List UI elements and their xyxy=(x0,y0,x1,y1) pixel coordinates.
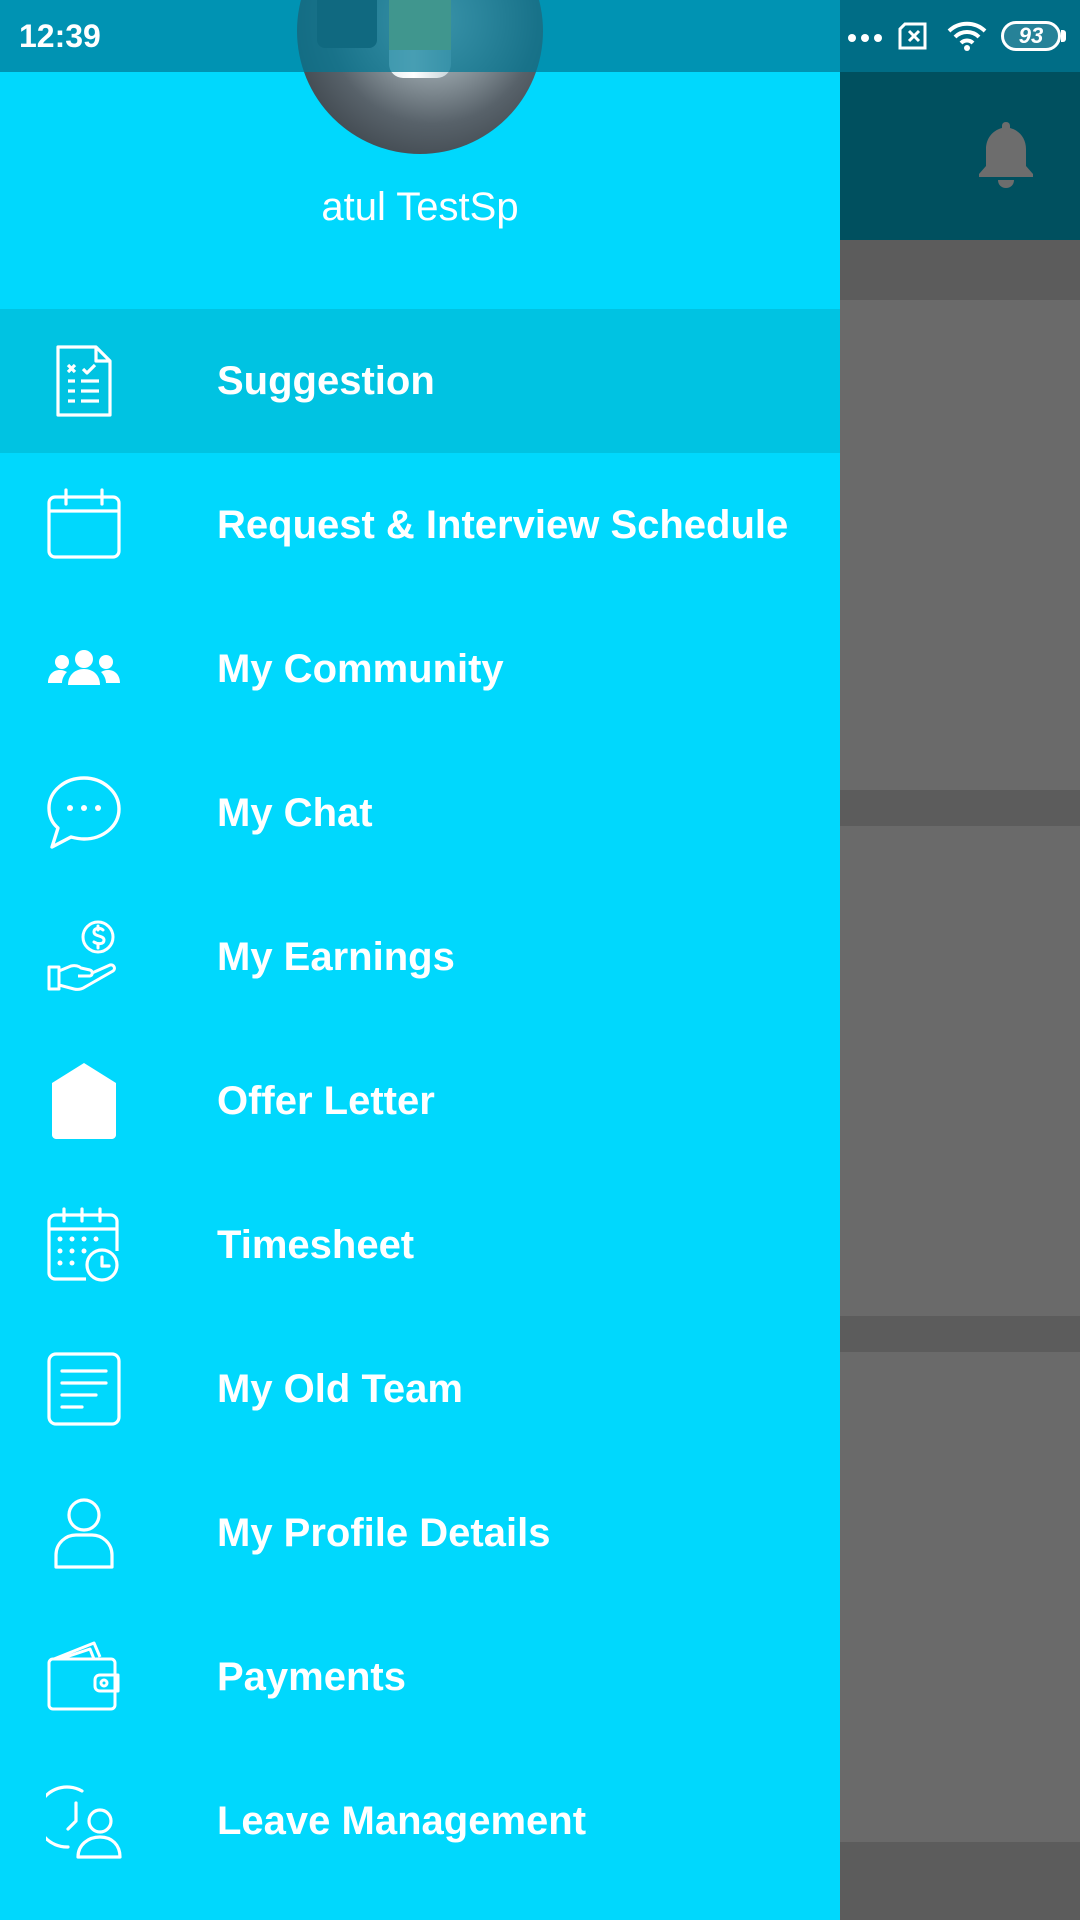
group-icon xyxy=(46,631,122,707)
more-dots-icon xyxy=(848,34,882,42)
menu-item-label: Offer Letter xyxy=(217,1078,435,1123)
menu-item-label: My Chat xyxy=(217,790,373,835)
navigation-drawer: atul TestSp Suggestion Request & Intervi… xyxy=(0,0,840,1920)
status-time: 12:39 xyxy=(19,18,101,54)
wallet-icon xyxy=(46,1639,122,1715)
battery-level: 93 xyxy=(1001,21,1061,51)
wifi-icon xyxy=(947,21,987,51)
drawer-menu: Suggestion Request & Interview Schedule xyxy=(0,309,840,1893)
menu-item-offer-letter[interactable]: Offer Letter xyxy=(0,1029,840,1173)
menu-item-label: My Community xyxy=(217,646,504,691)
leave-icon xyxy=(46,1783,122,1859)
menu-item-label: My Profile Details xyxy=(217,1510,551,1555)
menu-item-request-interview-schedule[interactable]: Request & Interview Schedule xyxy=(0,453,840,597)
profile-icon xyxy=(46,1495,122,1571)
menu-item-my-profile-details[interactable]: My Profile Details xyxy=(0,1461,840,1605)
menu-item-payments[interactable]: Payments xyxy=(0,1605,840,1749)
chat-icon xyxy=(46,775,122,851)
menu-item-my-old-team[interactable]: My Old Team xyxy=(0,1317,840,1461)
menu-item-my-earnings[interactable]: My Earnings xyxy=(0,885,840,1029)
menu-item-suggestion[interactable]: Suggestion xyxy=(0,309,840,453)
menu-item-label: Payments xyxy=(217,1654,406,1699)
calendar-icon xyxy=(46,487,122,563)
menu-item-timesheet[interactable]: Timesheet xyxy=(0,1173,840,1317)
menu-item-label: My Earnings xyxy=(217,934,455,979)
document-icon xyxy=(46,1351,122,1427)
menu-item-my-chat[interactable]: My Chat xyxy=(0,741,840,885)
envelope-icon xyxy=(46,1063,122,1139)
menu-item-label: Request & Interview Schedule xyxy=(217,502,789,547)
user-name: atul TestSp xyxy=(321,185,519,229)
bell-icon[interactable] xyxy=(975,118,1037,190)
menu-item-label: My Old Team xyxy=(217,1366,463,1411)
status-bar: 12:39 93 xyxy=(0,0,1080,72)
earnings-icon xyxy=(46,919,122,995)
timesheet-icon xyxy=(46,1207,122,1283)
battery-icon: 93 xyxy=(1001,21,1066,51)
menu-item-label: Leave Management xyxy=(217,1798,587,1843)
menu-item-leave-management[interactable]: Leave Management xyxy=(0,1749,840,1893)
menu-item-label: Timesheet xyxy=(217,1222,415,1267)
menu-item-my-community[interactable]: My Community xyxy=(0,597,840,741)
no-sim-icon xyxy=(898,22,927,50)
checklist-icon xyxy=(46,343,122,419)
menu-item-label: Suggestion xyxy=(217,358,435,403)
